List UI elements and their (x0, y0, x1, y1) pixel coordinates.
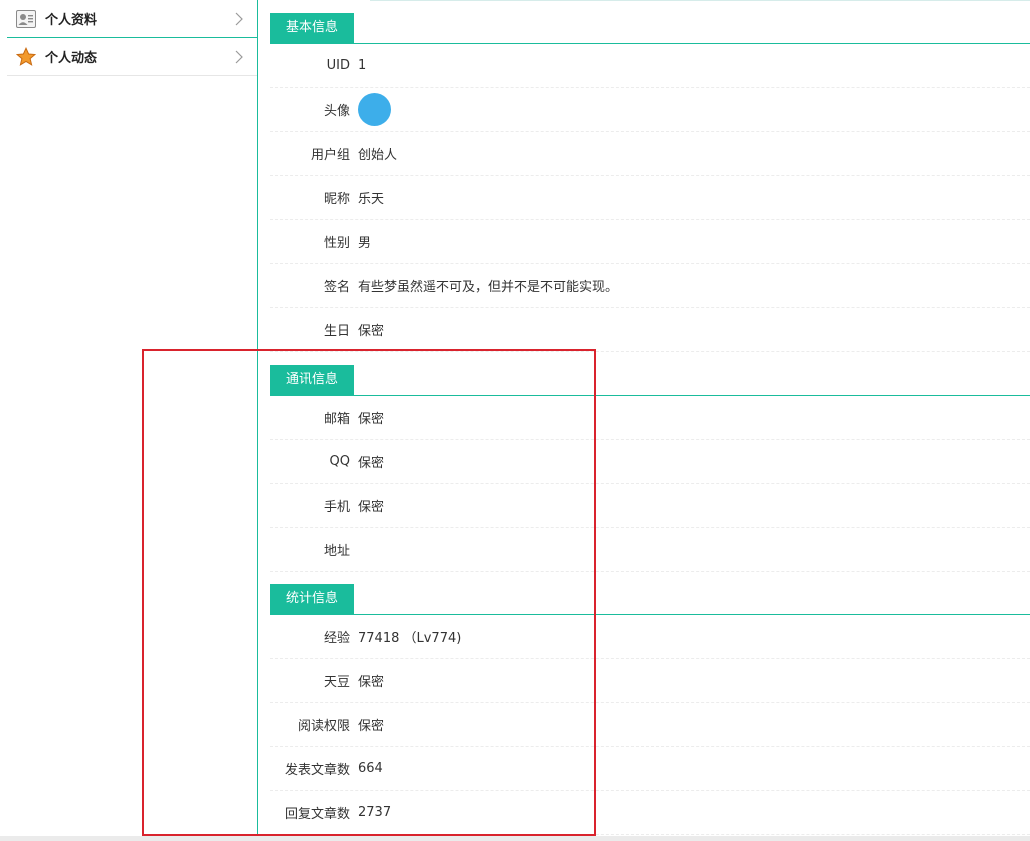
field-label: 昵称 (323, 192, 350, 207)
field-value: 664 (358, 761, 383, 776)
field-value: 2737 (358, 805, 392, 820)
field-label: QQ (329, 454, 350, 469)
field-value: 保密 (358, 324, 385, 339)
field-label: 手机 (323, 500, 350, 515)
profile-card-icon (15, 8, 37, 30)
section-tab-basic: 基本信息 (270, 13, 354, 43)
field-value: 有些梦虽然遥不可及，但并不是不可能实现。 (358, 280, 619, 295)
info-row-address: 地址 (270, 528, 1030, 572)
info-row-qq: QQ 保密 (270, 440, 1030, 484)
field-value: 保密 (358, 675, 385, 690)
field-value: 保密 (358, 500, 385, 515)
section-header-stats: 统计信息 (270, 584, 1030, 615)
field-label: 发表文章数 (284, 763, 350, 778)
info-row-email: 邮箱 保密 (270, 396, 1030, 440)
field-value: 乐天 (358, 192, 385, 207)
info-row-nickname: 昵称 乐天 (270, 176, 1030, 220)
info-row-post-count: 发表文章数 664 (270, 747, 1030, 791)
sidebar-item-label: 个人动态 (45, 51, 98, 66)
chevron-right-icon (235, 50, 243, 64)
info-row-uid: UID 1 (270, 44, 1030, 88)
field-label: 天豆 (323, 675, 350, 690)
field-value: 77418 （Lv774) (358, 631, 462, 646)
info-row-signature: 签名 有些梦虽然遥不可及，但并不是不可能实现。 (270, 264, 1030, 308)
star-icon (15, 46, 37, 68)
field-label: 头像 (323, 104, 350, 119)
avatar[interactable] (358, 93, 391, 126)
sidebar-item-activity[interactable]: 个人动态 (7, 38, 257, 76)
info-row-gender: 性别 男 (270, 220, 1030, 264)
field-value: 男 (358, 236, 372, 251)
field-label: 地址 (323, 544, 350, 559)
sidebar: 个人资料 个人动态 (7, 0, 258, 836)
field-value: 1 (358, 58, 367, 73)
field-value: 保密 (358, 719, 385, 734)
field-label: 用户组 (310, 148, 350, 163)
sidebar-item-profile[interactable]: 个人资料 (7, 0, 257, 38)
field-label: 性别 (323, 236, 350, 251)
field-label: 生日 (323, 324, 350, 339)
profile-content: 基本信息 UID 1 头像 用户组 创始人 昵称 乐天 性别 男 签名 有些梦虽… (270, 0, 1030, 836)
sidebar-item-label: 个人资料 (45, 13, 98, 28)
section-header-contact: 通讯信息 (270, 365, 1030, 396)
info-row-read-permission: 阅读权限 保密 (270, 703, 1030, 747)
field-label: 经验 (323, 631, 350, 646)
field-label: 签名 (323, 280, 350, 295)
info-row-experience: 经验 77418 （Lv774) (270, 615, 1030, 659)
info-row-avatar: 头像 (270, 88, 1030, 132)
field-value: 创始人 (358, 148, 398, 163)
field-value: 保密 (358, 412, 385, 427)
info-row-birthday: 生日 保密 (270, 308, 1030, 352)
chevron-right-icon (235, 12, 243, 26)
field-label: 回复文章数 (284, 807, 350, 822)
info-row-phone: 手机 保密 (270, 484, 1030, 528)
section-header-basic: 基本信息 (270, 13, 1030, 44)
field-label: UID (326, 58, 350, 73)
field-value: 保密 (358, 456, 385, 471)
section-tab-stats: 统计信息 (270, 584, 354, 614)
info-row-reply-count: 回复文章数 2737 (270, 791, 1030, 835)
info-row-group: 用户组 创始人 (270, 132, 1030, 176)
field-label: 邮箱 (323, 412, 350, 427)
field-label: 阅读权限 (297, 719, 350, 734)
section-tab-contact: 通讯信息 (270, 365, 354, 395)
info-row-beans: 天豆 保密 (270, 659, 1030, 703)
bottom-scroll-area (0, 836, 1030, 841)
